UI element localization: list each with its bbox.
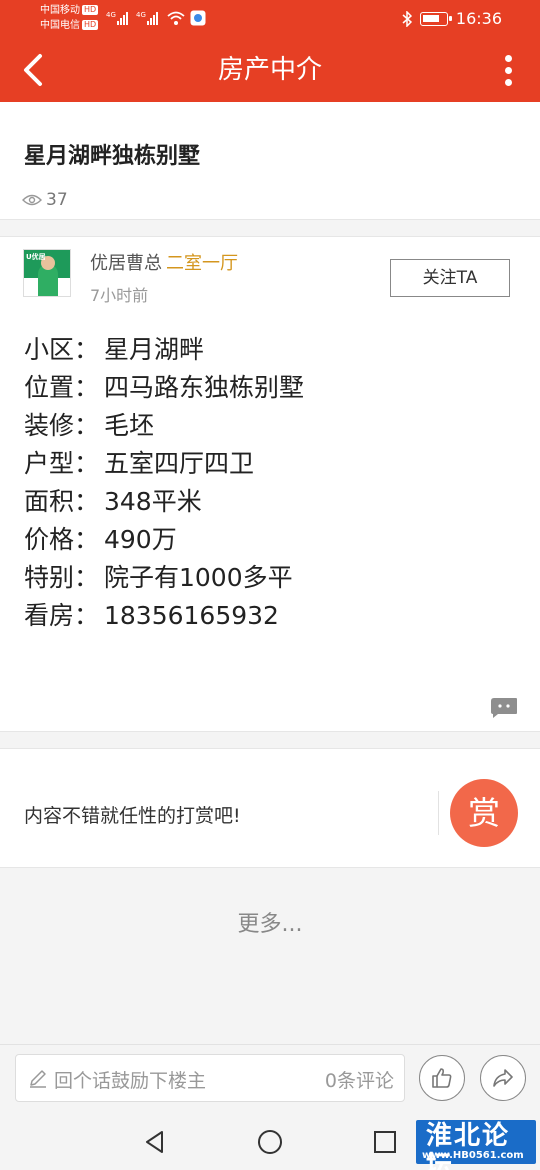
post-time: 7小时前 <box>90 286 149 305</box>
app-header: 房产中介 <box>0 38 540 102</box>
detail-label: 位置： <box>24 373 100 402</box>
detail-value: 18356165932 <box>104 601 279 630</box>
signal-icon: 4G <box>136 11 158 25</box>
reward-button[interactable]: 赏 <box>450 779 518 847</box>
detail-label: 价格： <box>24 525 100 554</box>
reward-section: 内容不错就任性的打赏吧! 赏 <box>0 748 540 868</box>
bluetooth-icon <box>402 10 412 27</box>
carrier-1: 中国移动 <box>40 5 80 16</box>
detail-value: 星月湖畔 <box>104 335 205 364</box>
reward-text: 内容不错就任性的打赏吧! <box>24 805 241 827</box>
detail-value: 五室四厅四卫 <box>104 449 255 478</box>
hd-badge: HD <box>82 5 99 15</box>
author-tag: 二室一厅 <box>166 253 238 274</box>
reply-bar: 回个话鼓励下楼主 0条评论 <box>0 1044 540 1112</box>
post-body: U优居 优居曹总 二室一厅 7小时前 关注TA 小区： 星月湖畔 位置： 四马路东独栋… <box>0 236 540 732</box>
detail-label: 特别： <box>24 563 100 592</box>
post-title: 星月湖畔独栋别墅 <box>24 144 201 169</box>
page-title: 房产中介 <box>217 55 322 85</box>
detail-value: 毛坯 <box>104 411 155 440</box>
detail-value: 348平米 <box>104 487 202 516</box>
app-notification-icon <box>190 10 206 26</box>
detail-row: 面积： 348平米 <box>24 483 304 521</box>
reply-placeholder: 回个话鼓励下楼主 <box>54 1070 207 1092</box>
nav-recents-icon[interactable] <box>370 1127 400 1157</box>
carrier-info: 中国移动 HD 中国电信 HD <box>40 3 99 33</box>
share-arrow-icon <box>493 1069 513 1087</box>
view-count: 37 <box>22 190 68 210</box>
detail-row: 户型： 五室四厅四卫 <box>24 445 304 483</box>
reply-input[interactable]: 回个话鼓励下楼主 0条评论 <box>15 1054 405 1102</box>
wifi-icon <box>167 11 185 25</box>
author-name[interactable]: 优居曹总 <box>90 253 162 274</box>
detail-label: 装修： <box>24 411 100 440</box>
detail-label: 看房： <box>24 601 100 630</box>
svg-text:4G: 4G <box>106 11 116 19</box>
avatar-brand: U优居 <box>26 253 46 261</box>
detail-value: 四马路东独栋别墅 <box>104 373 305 402</box>
nav-back-icon[interactable] <box>140 1127 170 1157</box>
detail-row: 看房： 18356165932 <box>24 597 304 635</box>
avatar[interactable]: U优居 <box>23 249 71 297</box>
detail-row: 位置： 四马路东独栋别墅 <box>24 369 304 407</box>
signal-icon: 4G <box>106 11 128 25</box>
divider <box>438 791 439 835</box>
detail-row: 价格： 490万 <box>24 521 304 559</box>
detail-value: 490万 <box>104 525 177 554</box>
status-bar: 中国移动 HD 中国电信 HD 4G 4G 16:36 <box>0 0 540 38</box>
watermark-url: www.HB0561.com <box>422 1150 524 1161</box>
follow-button[interactable]: 关注TA <box>390 259 510 297</box>
thumbs-up-icon <box>432 1068 452 1088</box>
detail-value: 院子有1000多平 <box>104 563 293 592</box>
comment-count[interactable]: 0条评论 <box>325 1066 394 1093</box>
nav-home-icon[interactable] <box>255 1127 285 1157</box>
forum-watermark: 淮北论坛 www.HB0561.com <box>416 1120 536 1170</box>
status-time: 16:36 <box>455 9 502 28</box>
pencil-icon <box>30 1070 46 1088</box>
detail-row: 装修： 毛坯 <box>24 407 304 445</box>
battery-icon <box>419 11 452 26</box>
more-menu-icon[interactable] <box>496 48 520 92</box>
detail-label: 小区： <box>24 335 100 364</box>
watermark-title: 淮北论坛 <box>426 1121 511 1170</box>
detail-row: 小区： 星月湖畔 <box>24 331 304 369</box>
svg-text:4G: 4G <box>136 11 146 19</box>
share-button[interactable] <box>480 1055 526 1101</box>
carrier-2: 中国电信 <box>40 20 80 31</box>
view-count-value: 37 <box>46 190 68 210</box>
post-details: 小区： 星月湖畔 位置： 四马路东独栋别墅 装修： 毛坯 户型： 五室四厅四卫 面积： 3… <box>24 331 304 635</box>
more-link[interactable]: 更多... <box>0 906 540 938</box>
author-line: 优居曹总 二室一厅 <box>90 249 238 275</box>
like-button[interactable] <box>419 1055 465 1101</box>
eye-icon <box>22 194 42 206</box>
hd-badge: HD <box>82 20 99 30</box>
comment-bubble-icon[interactable] <box>490 697 518 719</box>
status-right: 16:36 <box>402 9 502 28</box>
detail-label: 户型： <box>24 449 100 478</box>
post-header: 星月湖畔独栋别墅 37 <box>0 102 540 220</box>
detail-label: 面积： <box>24 487 100 516</box>
detail-row: 特别： 院子有1000多平 <box>24 559 304 597</box>
